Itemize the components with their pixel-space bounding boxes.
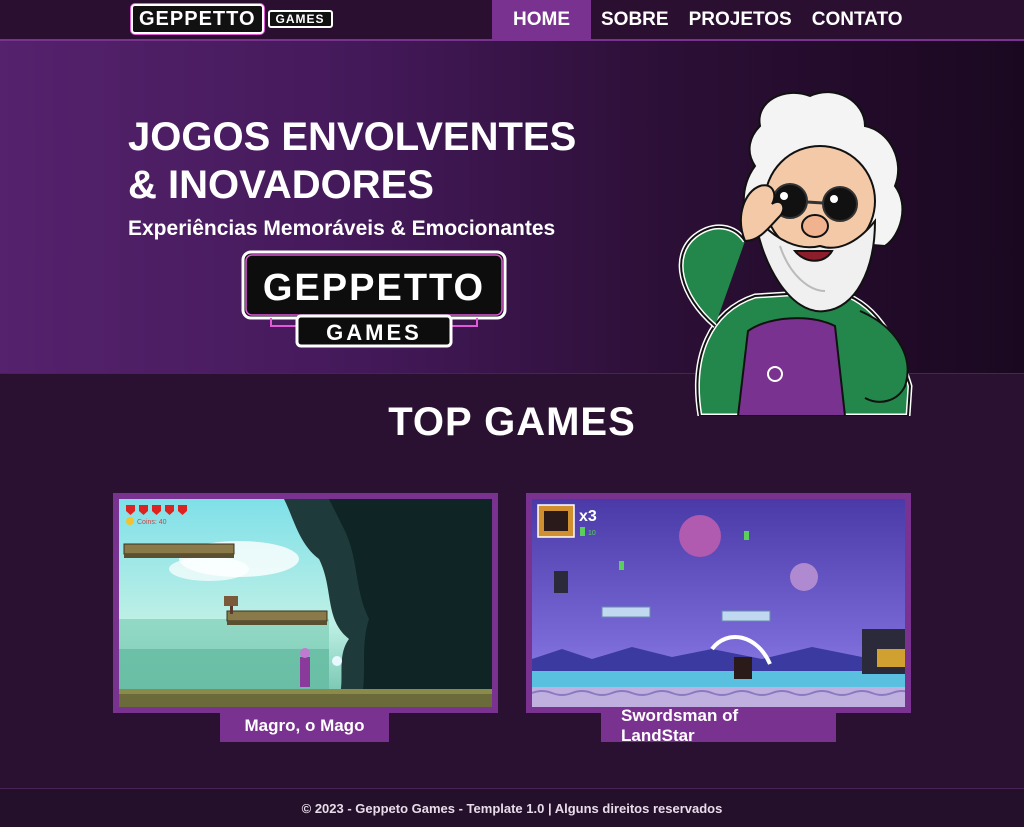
- footer: © 2023 - Geppeto Games - Template 1.0 | …: [0, 788, 1024, 827]
- game-title-magro[interactable]: Magro, o Mago: [220, 709, 389, 742]
- nav-link-home[interactable]: HOME: [492, 0, 591, 39]
- game-card-magro[interactable]: Coins: 40: [113, 493, 498, 713]
- nav-link-projetos[interactable]: PROJETOS: [679, 0, 802, 39]
- hero-title: JOGOS ENVOLVENTES & INOVADORES: [128, 113, 648, 209]
- hero-banner: JOGOS ENVOLVENTES & INOVADORES Experiênc…: [0, 41, 1024, 416]
- hero-title-line1: JOGOS ENVOLVENTES: [128, 115, 577, 159]
- nav-link-sobre[interactable]: SOBRE: [591, 0, 679, 39]
- game-title-swordsman[interactable]: Swordsman of LandStar: [601, 706, 836, 745]
- swordsman-lives-counter: x3: [579, 508, 597, 525]
- hero-logo-main: GEPPETTO: [263, 267, 485, 309]
- game-screenshot-swordsman: x3 10: [532, 499, 905, 707]
- swordsman-gems-counter: 10: [588, 530, 596, 537]
- nav-link-contato[interactable]: CONTATO: [802, 0, 913, 39]
- hero-logo-sub: GAMES: [326, 320, 422, 345]
- geppetto-character-illustration: [678, 91, 913, 416]
- game-card-swordsman[interactable]: x3 10: [526, 493, 911, 713]
- game-screenshot-magro: Coins: 40: [119, 499, 492, 707]
- hero-title-line2: & INOVADORES: [128, 163, 434, 207]
- nav-links: HOME SOBRE PROJETOS CONTATO: [492, 0, 913, 39]
- magro-coins-counter: Coins: 40: [137, 519, 167, 526]
- footer-text: © 2023 - Geppeto Games - Template 1.0 | …: [301, 800, 723, 816]
- nav-logo-main: GEPPETTO: [131, 4, 264, 34]
- top-nav: GEPPETTO GAMES HOME SOBRE PROJETOS CONTA…: [0, 0, 1024, 41]
- top-games-title: TOP GAMES: [388, 400, 636, 444]
- nav-logo[interactable]: GEPPETTO GAMES: [131, 3, 333, 35]
- nav-logo-sub: GAMES: [267, 10, 333, 28]
- hero-subtitle: Experiências Memoráveis & Emocionantes: [128, 217, 556, 240]
- hero-logo: GEPPETTO GAMES: [241, 250, 507, 348]
